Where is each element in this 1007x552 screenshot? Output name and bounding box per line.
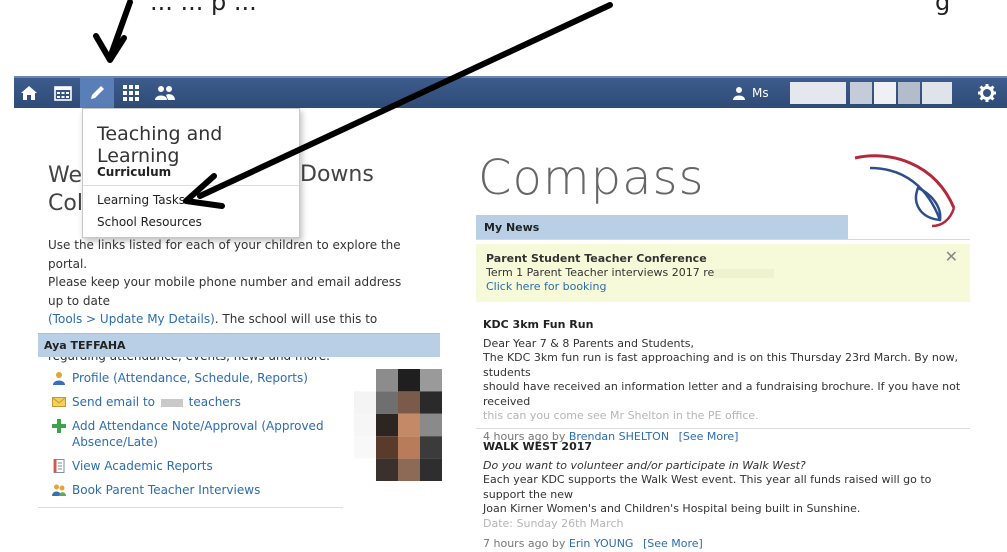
top-navbar: Ms: [14, 76, 1007, 108]
teaching-learning-menu: Teaching and Learning Curriculum Learnin…: [82, 108, 300, 238]
welcome-heading-right: Downs: [300, 162, 374, 187]
user-menu[interactable]: Ms: [732, 78, 769, 108]
welcome-heading-line1: We: [48, 163, 82, 188]
news-line: The KDC 3km fun run is fast approaching …: [483, 351, 959, 379]
people-button[interactable]: [150, 78, 180, 108]
settings-button[interactable]: [972, 78, 1002, 108]
pencil-icon: [91, 86, 104, 99]
menu-section-curriculum: Curriculum: [97, 165, 172, 179]
news-alert: Parent Student Teacher Conference Term 1…: [476, 244, 970, 302]
close-icon[interactable]: ✕: [945, 249, 958, 265]
person-icon: [53, 372, 65, 385]
welcome-heading-line2: Col: [48, 191, 83, 216]
student-links: Profile (Attendance, Schedule, Reports) …: [38, 370, 338, 506]
link-text: Add Attendance Note/Approval (Approved A…: [72, 419, 324, 449]
news-line: should have received an information lett…: [483, 380, 961, 408]
home-button[interactable]: [16, 78, 42, 108]
home-icon: [21, 86, 37, 100]
redacted-name: [160, 398, 183, 407]
book-interviews-link[interactable]: Book Parent Teacher Interviews: [38, 482, 338, 498]
news-time: 7 hours ago by: [483, 537, 566, 550]
calendar-icon: [54, 86, 72, 101]
screenshot-caption-area: ... ... p ... g: [0, 0, 1007, 76]
gear-icon: [978, 84, 996, 102]
calendar-button[interactable]: [50, 78, 76, 108]
alert-body: Term 1 Parent Teacher interviews 2017 re: [486, 266, 960, 280]
grid-icon: [123, 85, 139, 101]
redacted-name: [874, 82, 896, 104]
link-text: Send email to teachers: [72, 394, 241, 410]
student-photo: [354, 369, 442, 481]
news-title[interactable]: WALK WEST 2017: [483, 440, 969, 455]
news-title[interactable]: KDC 3km Fun Run: [483, 318, 969, 333]
menu-title: Teaching and Learning: [97, 123, 223, 167]
people-icon: [155, 86, 175, 100]
news-author[interactable]: Erin YOUNG: [569, 537, 634, 550]
news-item-walk-west: WALK WEST 2017 Do you want to volunteer …: [483, 440, 969, 552]
intro-line: Please keep your mobile phone number and…: [48, 275, 402, 308]
intro-line: Use the links listed for each of your ch…: [48, 238, 401, 271]
academic-reports-link[interactable]: View Academic Reports: [38, 458, 338, 474]
group-icon: [52, 484, 66, 496]
update-details-link[interactable]: (Tools > Update My Details): [48, 312, 215, 326]
redacted-name: [790, 82, 846, 104]
link-text: Book Parent Teacher Interviews: [72, 483, 261, 497]
news-line: Dear Year 7 & 8 Parents and Students,: [483, 336, 695, 350]
news-subtitle: Do you want to volunteer and/or particip…: [483, 458, 806, 472]
report-icon: [53, 459, 65, 473]
divider: [476, 428, 970, 429]
link-text-before: Send email to: [72, 395, 155, 409]
divider: [38, 507, 343, 508]
redacted-name: [898, 82, 920, 104]
apps-button[interactable]: [118, 78, 144, 108]
redacted-name: [922, 82, 952, 104]
news-item-fun-run: KDC 3km Fun Run Dear Year 7 & 8 Parents …: [483, 318, 969, 444]
alert-title: Parent Student Teacher Conference: [486, 252, 707, 265]
link-text: View Academic Reports: [72, 459, 213, 473]
user-name-label: Ms: [752, 86, 769, 100]
news-line: Each year KDC supports the Walk West eve…: [483, 473, 932, 501]
redacted-name: [850, 82, 872, 104]
alert-body-text: Term 1 Parent Teacher interviews 2017 re: [486, 266, 715, 279]
link-text-after: teachers: [188, 395, 241, 409]
compass-logo: [854, 154, 956, 228]
compass-title: Compass: [478, 150, 705, 206]
see-more-link[interactable]: [See More]: [643, 537, 703, 550]
menu-item-learning-tasks[interactable]: Learning Tasks: [97, 193, 185, 207]
news-meta: 7 hours ago by Erin YOUNG [See More]: [483, 537, 969, 552]
teaching-learning-button[interactable]: [80, 78, 114, 108]
attendance-note-link[interactable]: Add Attendance Note/Approval (Approved A…: [38, 418, 338, 450]
my-news-header: My News: [476, 215, 848, 239]
news-line: this can you come see Mr Shelton in the …: [483, 409, 759, 422]
divider: [476, 239, 970, 240]
divider: [83, 185, 299, 186]
send-email-link[interactable]: Send email to teachers: [38, 394, 338, 410]
user-icon: [733, 87, 745, 100]
caption-text-left: ... ... p ...: [150, 0, 257, 16]
welcome-heading: We Col: [48, 162, 83, 216]
envelope-icon: [52, 397, 66, 407]
plus-icon: [52, 419, 66, 433]
news-line: Joan Kirner Women's and Children's Hospi…: [483, 502, 861, 515]
redacted-text: [714, 268, 775, 278]
menu-item-school-resources[interactable]: School Resources: [97, 215, 202, 229]
booking-link[interactable]: Click here for booking: [486, 280, 960, 294]
profile-link[interactable]: Profile (Attendance, Schedule, Reports): [38, 370, 338, 386]
link-text: Profile (Attendance, Schedule, Reports): [72, 371, 308, 385]
news-line: Date: Sunday 26th March: [483, 516, 624, 530]
caption-text-right: g: [935, 0, 951, 16]
student-header: Aya TEFFAHA: [38, 333, 440, 357]
